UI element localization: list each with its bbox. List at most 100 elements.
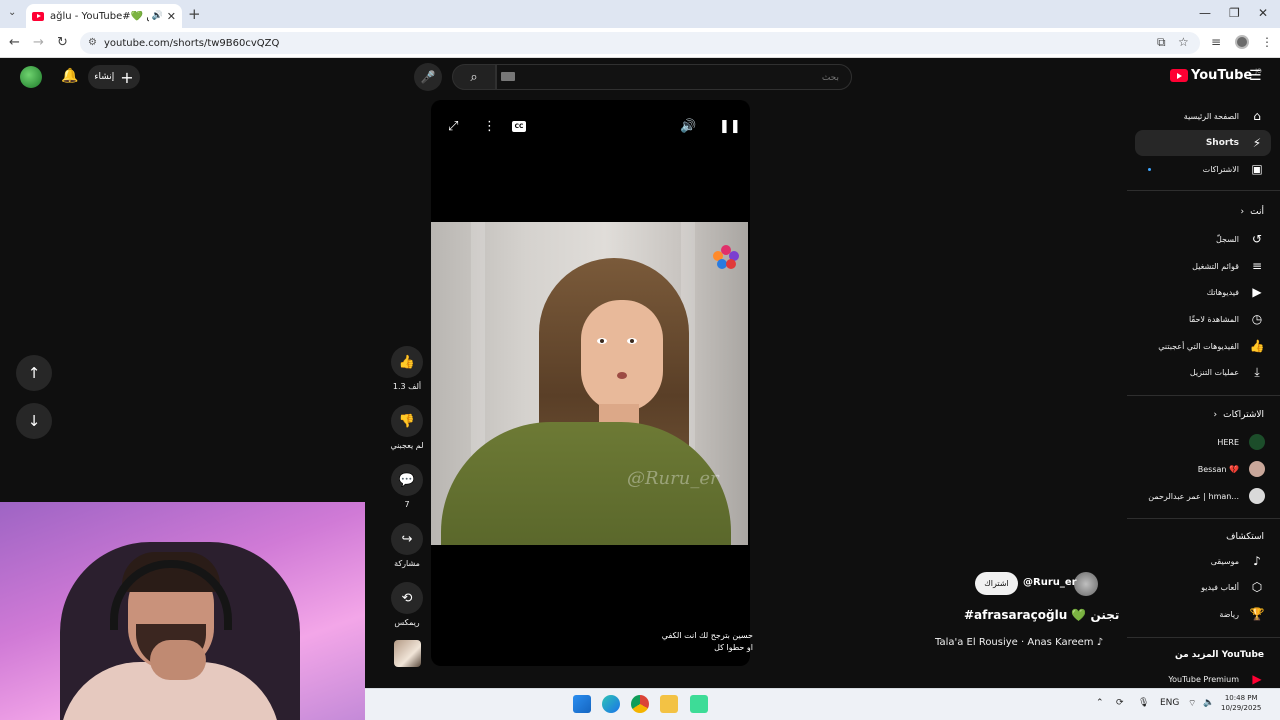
search-button[interactable]: ⌕ <box>452 64 496 90</box>
notifications-bell-icon[interactable]: 🔔 <box>61 68 78 84</box>
menu-icon[interactable]: ☰ <box>1249 68 1262 84</box>
subscribe-button[interactable]: اشتراك <box>975 572 1018 595</box>
fullscreen-icon[interactable]: ⤢ <box>448 119 458 134</box>
you-section-header[interactable]: › أنت <box>1241 207 1264 217</box>
create-button[interactable]: إنشاء + <box>88 65 140 89</box>
tab-search-icon[interactable]: ⌄ <box>8 7 16 18</box>
browser-profile-avatar[interactable] <box>1235 35 1249 49</box>
remix-action: ⟲ ريمكس <box>391 582 423 627</box>
home-icon: ⌂ <box>1253 109 1261 123</box>
restore-icon[interactable]: ❐ <box>1229 6 1240 20</box>
sidebar-item-home[interactable]: الصفحة الرئيسية ⌂ <box>1135 103 1271 129</box>
new-tab-icon[interactable]: + <box>188 5 201 23</box>
sidebar-item-sub-here[interactable]: HERE <box>1135 429 1271 455</box>
more-options-icon[interactable]: ⋮ <box>483 119 496 134</box>
sound-thumbnail[interactable] <box>394 640 421 667</box>
tab-audio-icon[interactable]: 🔊 <box>152 11 163 21</box>
window-close-icon[interactable]: ✕ <box>1258 6 1268 20</box>
sidebar-item-music[interactable]: موسيقى ♪ <box>1135 548 1271 574</box>
music-text: Tala'a El Rousiye · Anas Kareem <box>935 637 1094 648</box>
system-clock[interactable]: 10:48 PM 10/29/2025 <box>1221 693 1261 713</box>
language-indicator[interactable]: ENG <box>1160 698 1179 708</box>
channel-avatar[interactable] <box>1074 572 1098 596</box>
volume-icon[interactable]: 🔊 <box>680 119 696 134</box>
edge-icon[interactable] <box>602 695 620 713</box>
sidebar-divider <box>1127 395 1280 396</box>
speaker-icon[interactable]: 🔈 <box>1203 698 1214 708</box>
like-button[interactable]: 👍 <box>391 346 423 378</box>
channel-avatar <box>1249 461 1265 477</box>
sidebar-item-sub-omar[interactable]: عمر عبدالرحمن | hman... <box>1135 483 1271 509</box>
arrow-down-icon: ↓ <box>27 412 41 430</box>
browser-tab[interactable]: ağlu - YouTube#💚 تجنن 🔊 ✕ <box>26 4 182 28</box>
back-icon[interactable]: ← <box>9 35 20 50</box>
video-frame: @Ruru_er <box>431 222 748 545</box>
sidebar-item-history[interactable]: السجلّ ↺ <box>1135 226 1271 252</box>
reload-icon[interactable]: ↻ <box>57 35 68 50</box>
minimize-icon[interactable]: — <box>1199 6 1211 20</box>
shorts-icon: ⚡ <box>1252 136 1262 150</box>
sidebar-item-sub-bessan[interactable]: Bessan 💔 <box>1135 456 1271 482</box>
new-content-dot <box>1148 168 1151 171</box>
sidebar-item-gaming[interactable]: ألعاب فيديو ⬡ <box>1135 574 1271 600</box>
youtube-premium-icon: ▶ <box>1252 672 1262 686</box>
address-bar[interactable]: ⚙ youtube.com/shorts/tw9B60cvQZQ <box>80 32 1200 54</box>
next-short-button[interactable]: ↓ <box>16 403 52 439</box>
actress-face <box>581 300 663 412</box>
share-action: ↪ مشاركة <box>391 523 423 568</box>
history-icon: ↺ <box>1251 232 1263 246</box>
sidebar-item-watch-later[interactable]: المشاهدة لاحقًا ◷ <box>1135 306 1271 332</box>
sidebar-item-liked[interactable]: الفيديوهات التي أعجبتني 👍 <box>1135 333 1271 359</box>
channel-handle[interactable]: @Ruru_er <box>1023 577 1077 588</box>
previous-short-button[interactable]: ↑ <box>16 355 52 391</box>
tab-close-icon[interactable]: ✕ <box>167 10 176 23</box>
remix-button[interactable]: ⟲ <box>391 582 423 614</box>
tray-chevron-icon[interactable]: ⌃ <box>1096 698 1104 708</box>
search-icon: ⌕ <box>470 69 478 85</box>
sidebar-item-subscriptions[interactable]: الاشتراكات ▣ <box>1135 156 1271 182</box>
account-avatar[interactable] <box>20 66 42 88</box>
bookmark-star-icon[interactable]: ☆ <box>1178 35 1189 49</box>
sidebar-item-downloads[interactable]: عمليات التنزيل ⤓ <box>1135 359 1271 385</box>
subscriptions-section-header[interactable]: › الاشتراكات <box>1214 410 1264 420</box>
app-icon[interactable] <box>690 695 708 713</box>
pause-icon[interactable]: ❚❚ <box>719 119 741 134</box>
create-label: إنشاء <box>94 72 115 82</box>
video-subtitles: حسين بترجح لك انت الكفي او حطوا كل <box>652 630 753 654</box>
tray-sync-icon[interactable]: ⟳ <box>1116 698 1124 708</box>
chrome-menu-icon[interactable]: ⋮ <box>1261 35 1273 49</box>
youtube-logo[interactable]: YouTube JO <box>1170 68 1262 83</box>
forward-icon[interactable]: → <box>33 35 44 50</box>
keyboard-icon[interactable] <box>501 72 515 81</box>
chrome-icon[interactable] <box>631 695 649 713</box>
clock-time: 10:48 PM <box>1224 694 1258 702</box>
subtitle-line-1: حسين بترجح لك انت الكفي <box>661 631 753 640</box>
logo-text: YouTube <box>1191 68 1253 83</box>
sidebar-item-shorts[interactable]: Shorts ⚡ <box>1135 130 1271 156</box>
captions-icon[interactable]: CC <box>512 121 526 132</box>
dislike-label: لم يعجبني <box>390 441 424 450</box>
video-title[interactable]: #afrasaraçoğlu 💚 تجنن <box>964 608 1119 622</box>
voice-search-button[interactable]: 🎤 <box>414 63 442 91</box>
media-control-icon[interactable]: ≡ <box>1211 35 1221 49</box>
sidebar-item-label: قوائم التشغيل <box>1192 261 1239 271</box>
sidebar-item-your-videos[interactable]: فيديوهاتك ▶ <box>1135 279 1271 305</box>
chevron-right-icon: › <box>1240 207 1245 217</box>
cast-icon[interactable]: ⧉ <box>1157 35 1166 50</box>
sidebar-item-sports[interactable]: رياضة 🏆 <box>1135 601 1271 627</box>
music-info[interactable]: Tala'a El Rousiye · Anas Kareem ♪ <box>935 637 1103 648</box>
search-input[interactable] <box>497 66 851 90</box>
windows-start-icon[interactable] <box>573 695 591 713</box>
comments-button[interactable]: 💬 <box>391 464 423 496</box>
youtube-play-icon <box>1170 69 1188 82</box>
share-button[interactable]: ↪ <box>391 523 423 555</box>
dislike-button[interactable]: 👎 <box>391 405 423 437</box>
sidebar-item-label: YouTube Premium <box>1168 674 1239 684</box>
file-explorer-icon[interactable] <box>660 695 678 713</box>
sidebar-item-playlists[interactable]: قوائم التشغيل ≡ <box>1135 253 1271 279</box>
url-text: youtube.com/shorts/tw9B60cvQZQ <box>104 37 280 49</box>
site-info-icon[interactable]: ⚙ <box>88 37 97 48</box>
wifi-icon[interactable]: ⌔ <box>1188 698 1196 709</box>
tray-mic-icon[interactable]: 🎙 <box>1138 698 1149 708</box>
playlists-icon: ≡ <box>1251 259 1263 273</box>
